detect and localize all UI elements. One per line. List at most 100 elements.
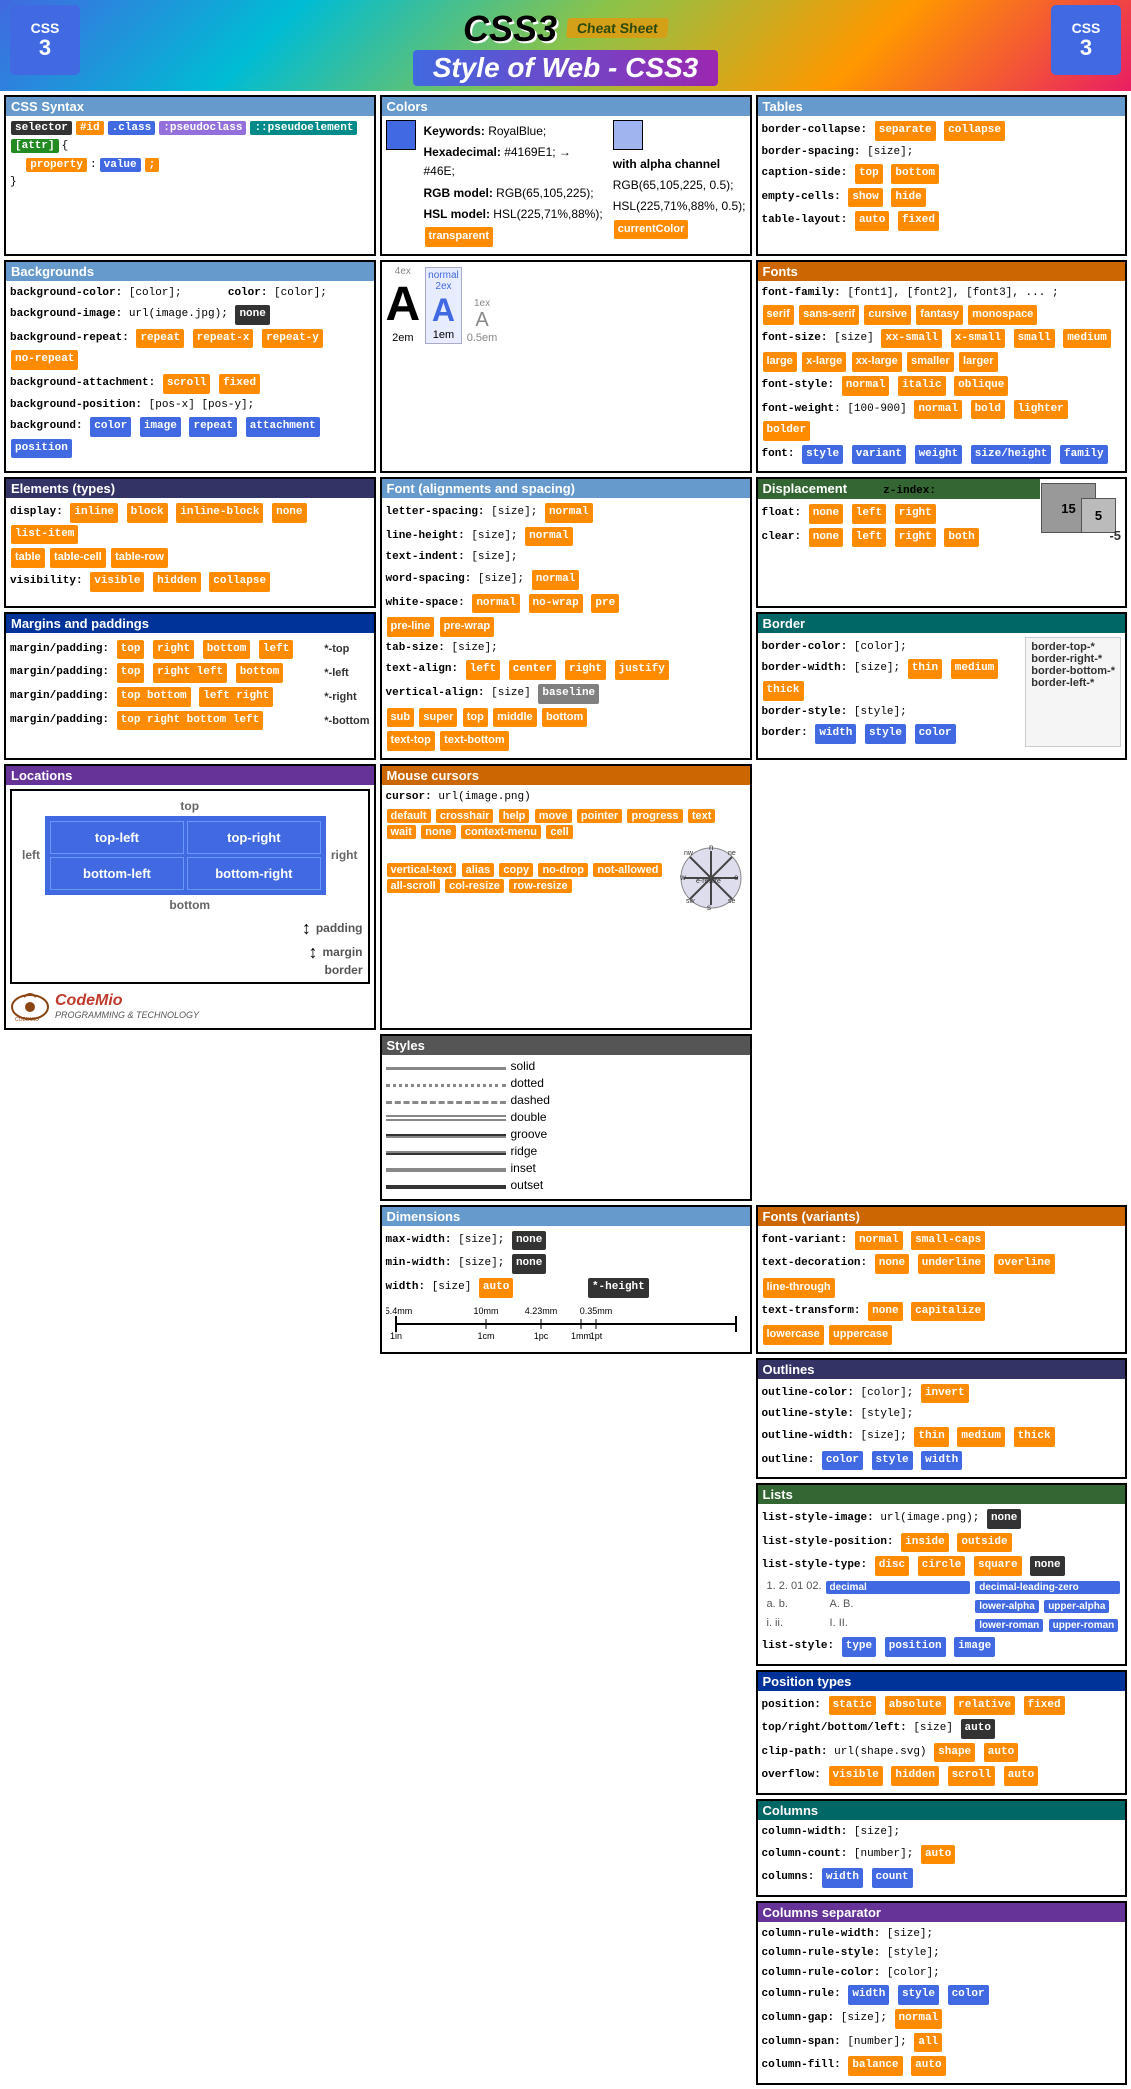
font-shorthand-row: font: style variant weight size/height f… bbox=[762, 444, 1122, 466]
margin-shorthands: *-top *-left *-right *-bottom bbox=[319, 637, 369, 733]
margins-rows: margin/padding: top right bottom left ma… bbox=[10, 637, 319, 733]
alpha-lower-demo: a. b. bbox=[767, 1598, 822, 1614]
elements-header: Elements (types) bbox=[6, 479, 374, 498]
cursor-url-row: cursor: url(image.png) bbox=[386, 789, 746, 807]
word-spacing-row: word-spacing: [size]; normal bbox=[386, 569, 746, 591]
svg-text:w: w bbox=[679, 873, 686, 882]
svg-text:4.23mm: 4.23mm bbox=[524, 1306, 557, 1316]
clip-path-row: clip-path: url(shape.svg) shape auto bbox=[762, 1742, 1122, 1764]
color-details: Keywords: RoyalBlue; Hexadecimal: #4169E… bbox=[424, 120, 605, 250]
empty-cells-row: empty-cells: show hide bbox=[762, 187, 1122, 209]
mouse-cursors-section: Mouse cursors cursor: url(image.png) def… bbox=[380, 764, 752, 1030]
semicolon-tag: ; bbox=[145, 158, 160, 172]
ruler-section: 25.4mm 10mm 4.23mm 0.35mm 1in 1cm 1pc 1m… bbox=[386, 1304, 746, 1347]
white-space-row2: pre-line pre-wrap bbox=[386, 616, 746, 638]
transparent-row: transparent bbox=[424, 226, 605, 248]
svg-text:s: s bbox=[707, 903, 711, 912]
open-brace: { bbox=[62, 140, 69, 152]
border-sides: border-top-* border-right-* border-botto… bbox=[1025, 637, 1121, 747]
text-align-row: text-align: left center right justify bbox=[386, 659, 746, 681]
font-family-row: font-family: [font1], [font2], [font3], … bbox=[762, 285, 1122, 303]
svg-text:10mm: 10mm bbox=[473, 1306, 498, 1316]
css-syntax-section: CSS Syntax selector #id .class :pseudocl… bbox=[4, 95, 376, 256]
bg-shorthand-row: background: color image repeat attachmen… bbox=[10, 416, 370, 459]
decimal-demo: 1. 2. 01 02. bbox=[767, 1580, 822, 1595]
inset-label: inset bbox=[511, 1161, 536, 1175]
ridge-demo bbox=[386, 1147, 506, 1155]
col-separator-section: Columns separator column-rule-width: [si… bbox=[756, 1901, 1128, 2085]
display-row2: table table-cell table-row bbox=[10, 547, 370, 569]
codemio-icon: CODEMIO bbox=[10, 989, 50, 1024]
ridge-row: ridge bbox=[386, 1144, 746, 1158]
border-header: Border bbox=[758, 614, 1126, 633]
loc-left: left bbox=[17, 816, 45, 895]
z-index-demo: 15 5 -5 bbox=[1041, 483, 1121, 543]
svg-text:e-resize: e-resize bbox=[696, 878, 721, 885]
alpha-rgb-row: RGB(65,105,225, 0.5); bbox=[613, 176, 746, 195]
font-A-normal: A bbox=[428, 292, 459, 329]
font-family-tags: serif sans-serif cursive fantasy monospa… bbox=[762, 304, 1122, 326]
float-row: float: none left right bbox=[762, 503, 1037, 525]
loc-bottom-right: bottom-right bbox=[187, 857, 321, 890]
loc-top: top bbox=[17, 796, 363, 816]
outset-label: outset bbox=[511, 1178, 544, 1192]
double-label: double bbox=[511, 1110, 547, 1124]
codemio-text: CodeMio PROGRAMMING & TECHNOLOGY bbox=[55, 992, 199, 1020]
font-size-demo-section: 4ex A 2em normal 2ex A 1em 1ex A 0.5em bbox=[380, 260, 752, 474]
groove-label: groove bbox=[511, 1127, 548, 1141]
alpha-details: with alpha channel RGB(65,105,225, 0.5);… bbox=[613, 120, 746, 250]
cheat-sheet-banner: Cheat Sheet bbox=[566, 18, 669, 38]
double-demo bbox=[386, 1113, 506, 1121]
border-shorthand-row: border: width style color bbox=[762, 723, 1026, 745]
letter-spacing-row: letter-spacing: [size]; normal bbox=[386, 502, 746, 524]
vertical-align-row: vertical-align: [size] baseline bbox=[386, 683, 746, 705]
max-width-row: max-width: [size]; none bbox=[386, 1230, 746, 1252]
border-props: border-color: [color]; border-width: [si… bbox=[762, 637, 1026, 747]
colors-header: Colors bbox=[382, 97, 750, 116]
font-demo-normal: normal 2ex A 1em bbox=[425, 267, 462, 344]
vertical-align-tags: sub super top middle bottom bbox=[386, 707, 746, 729]
text-indent-row: text-indent: [size]; bbox=[386, 549, 746, 567]
dashed-label: dashed bbox=[511, 1093, 550, 1107]
font-demo-4ex: 4ex A 2em bbox=[386, 266, 421, 344]
outset-row: outset bbox=[386, 1178, 746, 1192]
loc-top-right: top-right bbox=[187, 821, 321, 854]
outlines-section: Outlines outline-color: [color]; invert … bbox=[756, 1358, 1128, 1479]
colors-content: Keywords: RoyalBlue; Hexadecimal: #4169E… bbox=[386, 120, 746, 250]
loc-middle: left top-left top-right bottom-left bott… bbox=[17, 816, 363, 895]
color-swatch-alpha bbox=[613, 120, 643, 150]
position-types-header: Position types bbox=[758, 1672, 1126, 1691]
outline-shorthand-row: outline: color style width bbox=[762, 1450, 1122, 1472]
selector-tag: selector bbox=[11, 121, 72, 135]
svg-text:1mm: 1mm bbox=[571, 1331, 591, 1341]
bg-pos-row: background-position: [pos-x] [pos-y]; bbox=[10, 397, 370, 415]
margin-row3: margin/padding: top bottom left right bbox=[10, 686, 319, 708]
pseudo-element-tag: ::pseudoelement bbox=[250, 121, 357, 135]
svg-text:1pc: 1pc bbox=[533, 1331, 548, 1341]
col-span-row: column-span: [number]; all bbox=[762, 2032, 1122, 2054]
displacement-header: Displacement z-index: bbox=[758, 479, 1041, 499]
dimensions-section: Dimensions max-width: [size]; none min-w… bbox=[380, 1205, 752, 1354]
border-label: border bbox=[324, 963, 362, 977]
border-color-row: border-color: [color]; bbox=[762, 639, 1026, 657]
margins-header: Margins and paddings bbox=[6, 614, 374, 633]
font-weight-row: font-weight: [100-900] normal bold light… bbox=[762, 399, 1122, 442]
transparent-tag: transparent bbox=[425, 227, 494, 247]
groove-row: groove bbox=[386, 1127, 746, 1141]
dotted-demo bbox=[386, 1079, 506, 1087]
col-fill-row: column-fill: balance auto bbox=[762, 2055, 1122, 2077]
displacement-section: Displacement z-index: float: none left r… bbox=[756, 477, 1128, 607]
loc-top-left: top-left bbox=[50, 821, 184, 854]
alpha-hsl-row: HSL(225,71%,88%, 0.5); bbox=[613, 197, 746, 216]
font-A-4ex: A bbox=[386, 277, 421, 332]
page-header: CSS 3 CSS 3 CSS3 Cheat Sheet Style of We… bbox=[0, 0, 1131, 91]
lists-header: Lists bbox=[758, 1485, 1126, 1504]
svg-text:n: n bbox=[709, 843, 713, 852]
list-style-image-row: list-style-image: url(image.png); none bbox=[762, 1508, 1122, 1530]
locations-section: Locations top left top-left top-right bo… bbox=[4, 764, 376, 1030]
styles-header: Styles bbox=[382, 1036, 750, 1055]
colors-section: Colors Keywords: RoyalBlue; Hexadecimal:… bbox=[380, 95, 752, 256]
cursor-tags: default crosshair help move pointer prog… bbox=[386, 808, 746, 840]
color-swatch-solid bbox=[386, 120, 416, 150]
svg-text:3: 3 bbox=[39, 35, 51, 60]
